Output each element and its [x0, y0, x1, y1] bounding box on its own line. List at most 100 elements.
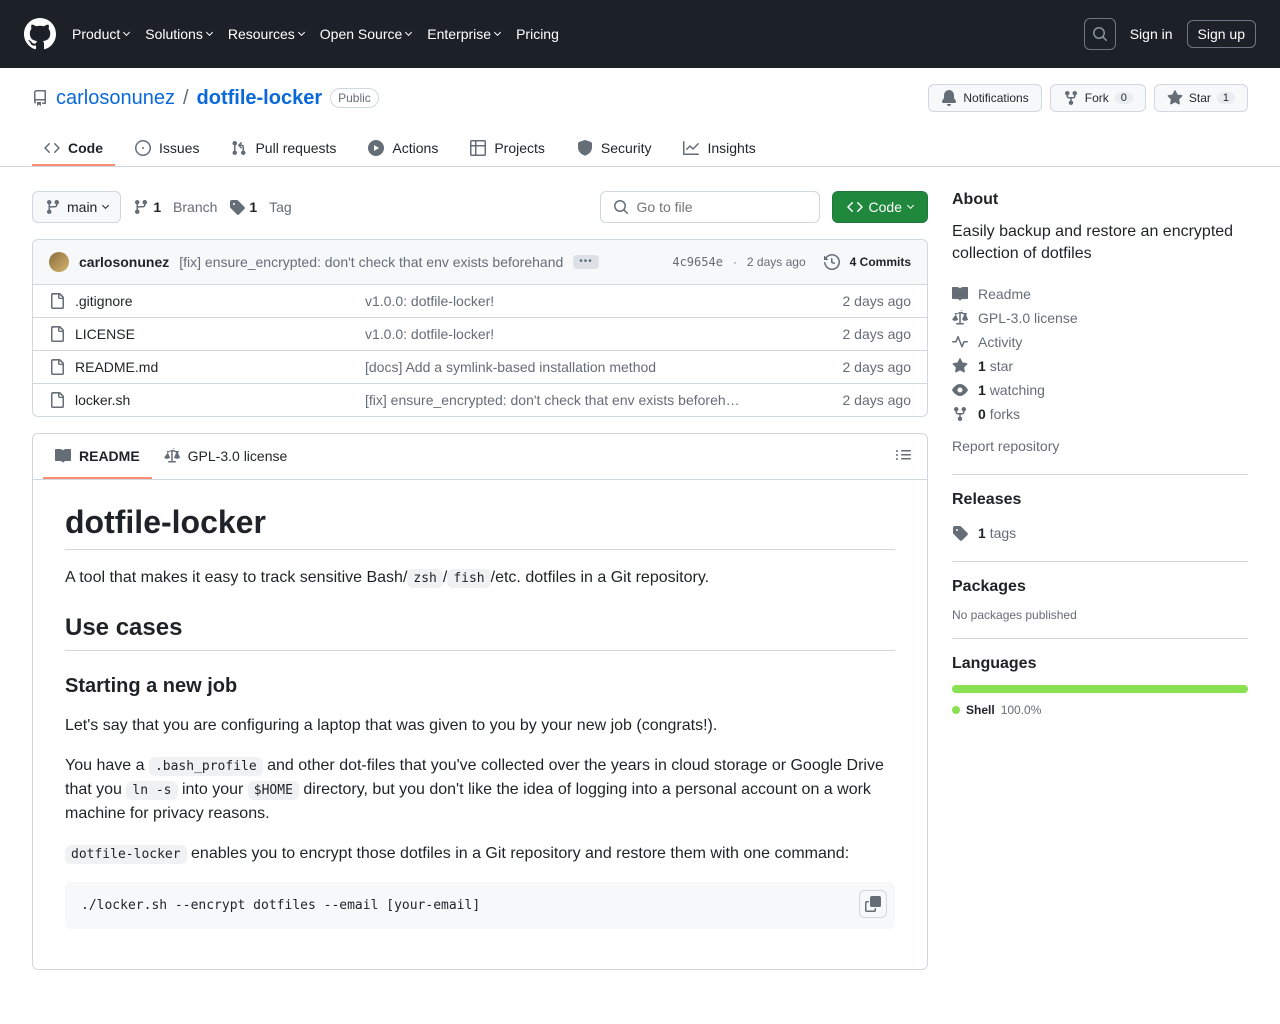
- eye-icon: [952, 382, 968, 398]
- nav-open-source[interactable]: Open Source: [320, 26, 412, 42]
- sign-up-button[interactable]: Sign up: [1187, 20, 1256, 48]
- commit-sha-link[interactable]: 4c9654e: [672, 255, 723, 269]
- tab-insights[interactable]: Insights: [671, 132, 767, 166]
- issue-icon: [135, 140, 151, 156]
- report-link[interactable]: Report repository: [952, 434, 1248, 458]
- branch-select-button[interactable]: main: [32, 191, 121, 223]
- license-tab[interactable]: GPL-3.0 license: [152, 434, 300, 479]
- nav-product[interactable]: Product: [72, 26, 129, 42]
- pr-icon: [231, 140, 247, 156]
- packages-empty: No packages published: [952, 608, 1248, 622]
- file-name-link[interactable]: README.md: [49, 359, 349, 375]
- license-link[interactable]: GPL-3.0 license: [952, 306, 1248, 330]
- chevron-down-icon: [494, 29, 501, 36]
- separator: /: [183, 87, 189, 110]
- chevron-down-icon: [298, 29, 305, 36]
- readme-content: dotfile-locker A tool that makes it easy…: [33, 480, 927, 969]
- nav-pricing[interactable]: Pricing: [516, 26, 559, 42]
- file-commit-msg-link[interactable]: [docs] Add a symlink-based installation …: [365, 359, 827, 375]
- file-date: 2 days ago: [843, 293, 912, 309]
- star-button[interactable]: Star1: [1154, 84, 1248, 112]
- nav-solutions[interactable]: Solutions: [145, 26, 212, 42]
- readme-tab[interactable]: README: [43, 434, 152, 479]
- tab-code[interactable]: Code: [32, 132, 115, 166]
- language-item[interactable]: Shell100.0%: [952, 703, 1248, 717]
- tags-link-side[interactable]: 1 tags: [952, 521, 1248, 545]
- about-heading: About: [952, 191, 1248, 209]
- commit-date: 2 days ago: [747, 255, 806, 269]
- law-icon: [164, 448, 180, 464]
- file-commit-msg-link[interactable]: v1.0.0: dotfile-locker!: [365, 293, 827, 309]
- chevron-down-icon: [123, 29, 130, 36]
- tab-actions[interactable]: Actions: [356, 132, 450, 166]
- language-dot-icon: [952, 706, 960, 714]
- tab-issues[interactable]: Issues: [123, 132, 211, 166]
- readme-link[interactable]: Readme: [952, 282, 1248, 306]
- nav-enterprise[interactable]: Enterprise: [427, 26, 500, 42]
- file-commit-msg-link[interactable]: v1.0.0: dotfile-locker!: [365, 326, 827, 342]
- file-row: README.md [docs] Add a symlink-based inst…: [33, 350, 927, 383]
- chevron-down-icon: [206, 29, 213, 36]
- file-date: 2 days ago: [843, 326, 912, 342]
- table-icon: [470, 140, 486, 156]
- file-icon: [49, 293, 65, 309]
- readme-p3: dotfile-locker enables you to encrypt th…: [65, 842, 895, 866]
- branches-link[interactable]: 1 Branch: [133, 199, 217, 215]
- graph-icon: [683, 140, 699, 156]
- copy-button[interactable]: [859, 890, 887, 918]
- chevron-down-icon: [907, 202, 914, 209]
- tab-pull-requests[interactable]: Pull requests: [219, 132, 348, 166]
- readme-title: dotfile-locker: [65, 504, 895, 550]
- owner-link[interactable]: carlosonunez: [56, 87, 175, 110]
- outline-button[interactable]: [889, 441, 917, 472]
- file-name-link[interactable]: LICENSE: [49, 326, 349, 342]
- notifications-button[interactable]: Notifications: [928, 84, 1041, 112]
- activity-link[interactable]: Activity: [952, 330, 1248, 354]
- readme-p2: You have a .bash_profile and other dot-f…: [65, 754, 895, 826]
- about-description: Easily backup and restore an encrypted c…: [952, 221, 1248, 266]
- releases-heading: Releases: [952, 491, 1248, 509]
- packages-heading: Packages: [952, 578, 1248, 596]
- file-icon: [49, 392, 65, 408]
- expand-commit-button[interactable]: •••: [573, 255, 599, 269]
- readme-h2-usecases: Use cases: [65, 614, 895, 651]
- file-name-link[interactable]: .gitignore: [49, 293, 349, 309]
- search-icon: [613, 199, 629, 215]
- readme-p1: Let's say that you are configuring a lap…: [65, 714, 895, 738]
- file-row: .gitignore v1.0.0: dotfile-locker! 2 days …: [33, 284, 927, 317]
- list-icon: [895, 447, 911, 463]
- watching-link[interactable]: 1 watching: [952, 378, 1248, 402]
- tab-security[interactable]: Security: [565, 132, 664, 166]
- file-icon: [49, 326, 65, 342]
- readme-h3-starting: Starting a new job: [65, 675, 895, 698]
- fork-icon: [952, 406, 968, 422]
- go-to-file-input[interactable]: [600, 191, 820, 223]
- file-icon: [49, 359, 65, 375]
- file-date: 2 days ago: [843, 392, 912, 408]
- bell-icon: [941, 90, 957, 106]
- nav-resources[interactable]: Resources: [228, 26, 304, 42]
- forks-link[interactable]: 0 forks: [952, 402, 1248, 426]
- commits-count-link[interactable]: 4 Commits: [850, 255, 911, 269]
- commit-message-link[interactable]: [fix] ensure_encrypted: don't check that…: [179, 254, 563, 270]
- file-name-link[interactable]: locker.sh: [49, 392, 349, 408]
- law-icon: [952, 310, 968, 326]
- tab-projects[interactable]: Projects: [458, 132, 557, 166]
- code-icon: [44, 140, 60, 156]
- sign-in-link[interactable]: Sign in: [1130, 26, 1173, 42]
- visibility-badge: Public: [330, 88, 379, 108]
- file-commit-msg-link[interactable]: [fix] ensure_encrypted: don't check that…: [365, 392, 827, 408]
- repo-name-link[interactable]: dotfile-locker: [197, 87, 323, 110]
- commit-author-link[interactable]: carlosonunez: [79, 254, 169, 270]
- stars-link[interactable]: 1 star: [952, 354, 1248, 378]
- search-button[interactable]: [1084, 18, 1116, 50]
- fork-button[interactable]: Fork0: [1050, 84, 1146, 112]
- tags-link[interactable]: 1 Tag: [229, 199, 291, 215]
- readme-intro: A tool that makes it easy to track sensi…: [65, 566, 895, 590]
- avatar[interactable]: [49, 252, 69, 272]
- branch-icon: [133, 199, 149, 215]
- search-icon: [1092, 26, 1108, 42]
- code-icon: [847, 199, 863, 215]
- code-button[interactable]: Code: [832, 191, 928, 223]
- github-logo-icon[interactable]: [24, 18, 56, 50]
